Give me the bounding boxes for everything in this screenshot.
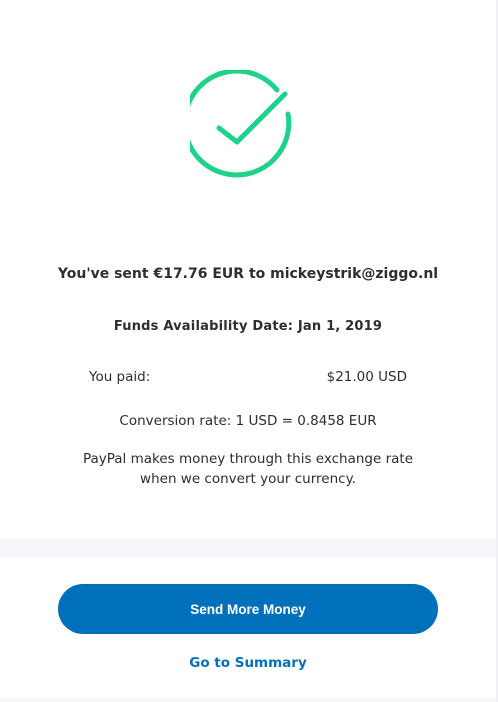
- success-check-icon: [182, 68, 302, 182]
- go-to-summary-link[interactable]: Go to Summary: [0, 655, 496, 671]
- paid-amount: $21.00 USD: [326, 369, 407, 385]
- sent-message: You've sent €17.76 EUR to mickeystrik@zi…: [57, 266, 439, 282]
- funds-availability-date: Funds Availability Date: Jan 1, 2019: [113, 319, 383, 334]
- paid-label: You paid:: [89, 369, 151, 385]
- confirmation-card: You've sent €17.76 EUR to mickeystrik@zi…: [0, 0, 496, 538]
- conversion-rate: Conversion rate: 1 USD = 0.8458 EUR: [119, 413, 377, 429]
- section-divider: [0, 538, 496, 558]
- send-more-money-button[interactable]: Send More Money: [58, 584, 438, 634]
- payment-confirmation-page: You've sent €17.76 EUR to mickeystrik@zi…: [0, 0, 498, 702]
- amount-paid-row: You paid: $21.00 USD: [89, 369, 407, 389]
- bottom-edge: [0, 698, 496, 702]
- exchange-rate-disclaimer: PayPal makes money through this exchange…: [82, 451, 414, 487]
